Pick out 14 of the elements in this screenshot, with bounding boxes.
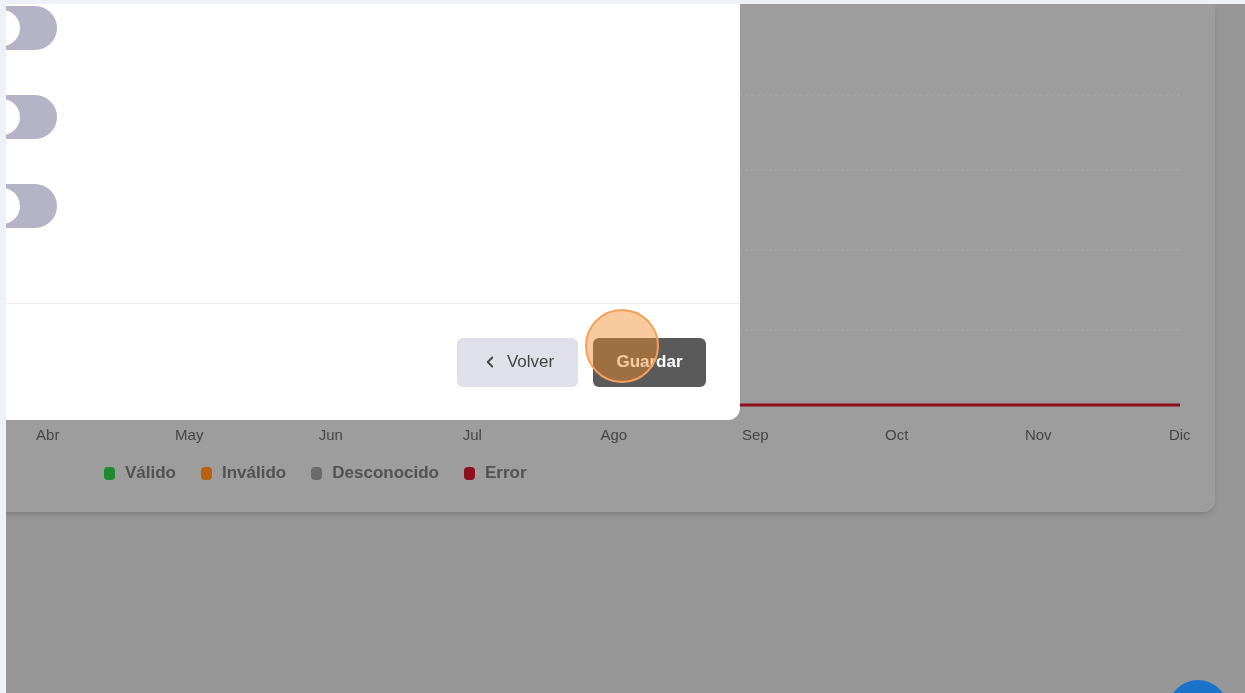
month-label: Jun (318, 424, 343, 445)
legend-label: Error (485, 462, 527, 485)
month-label: May (175, 424, 204, 445)
month-label: Jul (462, 424, 482, 445)
legend-label: Inválido (222, 462, 287, 485)
month-label: Oct (885, 424, 909, 445)
back-button[interactable]: Volver (457, 337, 578, 387)
month-label: Abr (36, 424, 60, 445)
month-label: Sep (741, 424, 769, 445)
month-label: Ago (600, 424, 628, 445)
month-label: Dic (1168, 424, 1191, 445)
month-label: Nov (1024, 424, 1052, 445)
legend-label: Desconocido (332, 462, 439, 485)
legend-label: Válido (125, 462, 176, 485)
